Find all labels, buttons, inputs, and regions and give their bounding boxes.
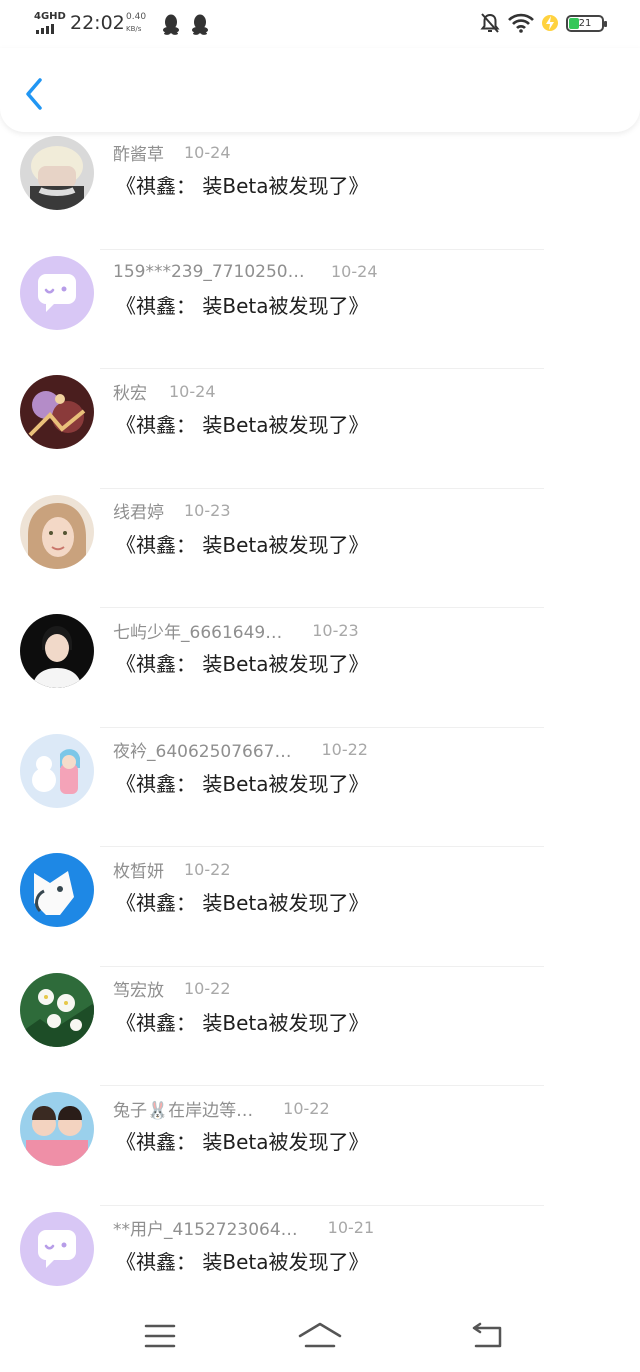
- username[interactable]: 兔子🐰在岸边等…: [113, 1096, 253, 1121]
- chevron-left-icon: [26, 78, 42, 110]
- return-icon: [472, 1322, 502, 1348]
- charging-bolt-icon: [542, 15, 558, 31]
- comment-text[interactable]: 《祺鑫： 装Beta被发现了》: [116, 409, 368, 438]
- user-avatar-icon: [20, 1092, 94, 1166]
- avatar[interactable]: [20, 136, 94, 210]
- comment-meta: 线君婷 10-23: [113, 499, 231, 523]
- wifi-icon: [508, 13, 534, 33]
- comment-date: 10-23: [184, 501, 231, 520]
- home-button[interactable]: [298, 1320, 342, 1352]
- return-button[interactable]: [466, 1320, 510, 1352]
- avatar[interactable]: [20, 375, 94, 449]
- network-speed-value: 0.40: [126, 12, 147, 22]
- comment-text[interactable]: 《祺鑫： 装Beta被发现了》: [116, 290, 368, 319]
- comment-date: 10-24: [169, 381, 216, 401]
- list-item[interactable]: 七屿少年_6661649… 10-23 《祺鑫： 装Beta被发现了》: [0, 608, 640, 728]
- user-avatar-icon: [20, 972, 94, 1047]
- battery-level: 21: [578, 17, 592, 29]
- comment-meta: 夜衿_64062507667… 10-22: [113, 738, 368, 762]
- menu-button[interactable]: [138, 1320, 182, 1352]
- username[interactable]: 线君婷: [113, 498, 164, 523]
- user-avatar-icon: [20, 375, 94, 449]
- avatar[interactable]: [20, 972, 94, 1047]
- username[interactable]: 枚晳妍: [113, 857, 164, 882]
- username[interactable]: 159***239_7710250083: [113, 262, 313, 282]
- avatar[interactable]: [20, 1092, 94, 1166]
- username[interactable]: 夜衿_64062507667…: [113, 737, 291, 762]
- comment-meta: 笃宏放 10-22: [113, 977, 231, 1001]
- comment-text[interactable]: 《祺鑫： 装Beta被发现了》: [116, 1126, 368, 1155]
- list-item[interactable]: 线君婷 10-23 《祺鑫： 装Beta被发现了》: [0, 489, 640, 608]
- comment-meta: 七屿少年_6661649… 10-23: [113, 618, 359, 643]
- avatar[interactable]: [20, 853, 94, 927]
- default-avatar-icon: [20, 1211, 94, 1286]
- system-nav-bar: [0, 1300, 640, 1372]
- comment-date: 10-22: [321, 740, 368, 759]
- network-speed-unit: KB/s: [126, 25, 142, 33]
- comment-meta: **用户_4152723064… 10-21: [113, 1216, 374, 1240]
- avatar[interactable]: [20, 1211, 94, 1286]
- comment-date: 10-22: [184, 979, 231, 998]
- comment-date: 10-21: [327, 1218, 375, 1237]
- home-icon: [298, 1322, 342, 1348]
- avatar[interactable]: [20, 494, 94, 569]
- comment-date: 10-24: [184, 142, 231, 162]
- back-button[interactable]: [18, 74, 54, 114]
- list-item[interactable]: 159***239_7710250083 10-24 《祺鑫： 装Beta被发现…: [0, 250, 640, 369]
- avatar[interactable]: [20, 614, 94, 688]
- username[interactable]: 七屿少年_6661649…: [113, 618, 282, 643]
- list-item[interactable]: 酢酱草 10-24 《祺鑫： 装Beta被发现了》: [0, 130, 640, 250]
- comment-meta: 秋宏 10-24: [113, 379, 216, 404]
- comment-date: 10-23: [312, 620, 359, 640]
- comment-meta: 159***239_7710250083 10-24: [113, 260, 378, 284]
- list-item[interactable]: 枚晳妍 10-22 《祺鑫： 装Beta被发现了》: [0, 847, 640, 967]
- network-type: 4GHD: [34, 11, 66, 22]
- list-item[interactable]: 夜衿_64062507667… 10-22 《祺鑫： 装Beta被发现了》: [0, 728, 640, 847]
- battery-icon: 21: [566, 14, 607, 32]
- comment-text[interactable]: 《祺鑫： 装Beta被发现了》: [116, 1246, 368, 1275]
- user-avatar-icon: [20, 733, 94, 808]
- signal-icon: [36, 24, 54, 34]
- comment-date: 10-22: [283, 1098, 330, 1118]
- comment-text[interactable]: 《祺鑫： 装Beta被发现了》: [116, 648, 368, 677]
- username[interactable]: 酢酱草: [113, 140, 164, 165]
- comment-text[interactable]: 《祺鑫： 装Beta被发现了》: [116, 768, 368, 797]
- username[interactable]: 笃宏放: [113, 976, 164, 1001]
- clock: 22:02: [70, 12, 125, 34]
- comment-text[interactable]: 《祺鑫： 装Beta被发现了》: [116, 170, 368, 199]
- comment-text[interactable]: 《祺鑫： 装Beta被发现了》: [116, 887, 368, 916]
- bell-muted-icon: [480, 13, 500, 33]
- default-avatar-icon: [20, 255, 94, 330]
- list-item[interactable]: 秋宏 10-24 《祺鑫： 装Beta被发现了》: [0, 369, 640, 489]
- user-avatar-icon: [20, 853, 94, 927]
- avatar[interactable]: [20, 733, 94, 808]
- comment-meta: 酢酱草 10-24: [113, 140, 231, 165]
- comment-date: 10-22: [184, 859, 231, 879]
- comment-meta: 兔子🐰在岸边等… 10-22: [113, 1096, 330, 1121]
- menu-icon: [144, 1324, 176, 1348]
- list-item[interactable]: 兔子🐰在岸边等… 10-22 《祺鑫： 装Beta被发现了》: [0, 1086, 640, 1206]
- qq-notification-icon: [163, 14, 179, 35]
- username[interactable]: 秋宏: [113, 379, 147, 404]
- comment-list: 酢酱草 10-24 《祺鑫： 装Beta被发现了》 159***239_7710…: [0, 132, 640, 1325]
- app-header: [0, 48, 640, 132]
- status-bar: 4GHD 22:02 0.40 KB/s 21: [0, 0, 640, 48]
- comment-date: 10-24: [331, 262, 378, 281]
- username[interactable]: **用户_4152723064…: [113, 1215, 298, 1240]
- comment-meta: 枚晳妍 10-22: [113, 857, 231, 882]
- avatar[interactable]: [20, 255, 94, 330]
- comment-text[interactable]: 《祺鑫： 装Beta被发现了》: [116, 1007, 368, 1036]
- qq-notification-icon: [192, 14, 208, 35]
- user-avatar-icon: [20, 614, 94, 688]
- network-speed: 0.40 KB/s: [126, 11, 146, 35]
- user-avatar-icon: [20, 136, 94, 210]
- list-item[interactable]: 笃宏放 10-22 《祺鑫： 装Beta被发现了》: [0, 967, 640, 1086]
- comment-text[interactable]: 《祺鑫： 装Beta被发现了》: [116, 529, 368, 558]
- user-avatar-icon: [20, 494, 94, 569]
